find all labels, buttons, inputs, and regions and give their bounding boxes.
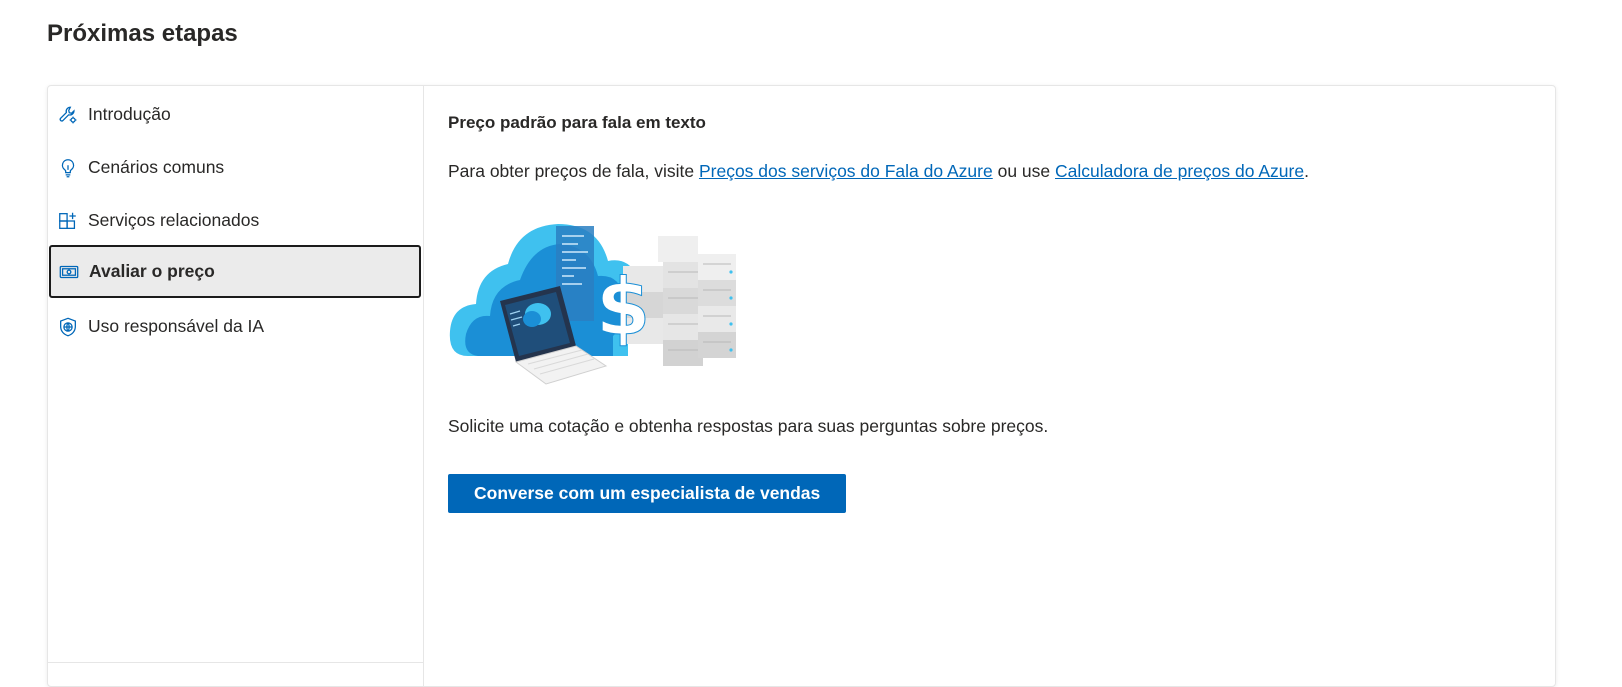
sidebar-item-uso-responsavel[interactable]: Uso responsável da IA [49,300,421,353]
pricing-panel: Preço padrão para fala em texto Para obt… [448,86,1555,686]
pricing-prefix: Para obter preços de fala, visite [448,161,699,181]
sidebar-item-label: Cenários comuns [88,157,225,177]
sidebar-item-label: Introdução [88,104,171,124]
wrench-gear-icon [56,103,80,127]
pricing-middle: ou use [992,161,1056,181]
sidebar-item-servicos[interactable]: Serviços relacionados [49,194,421,247]
svg-text:$: $ [596,263,650,353]
azure-pricing-calculator-link[interactable]: Calculadora de preços do Azure [1055,161,1304,181]
sidebar-item-cenarios[interactable]: Cenários comuns [49,141,421,194]
lightbulb-icon [56,156,80,180]
next-steps-card: Introdução Cenários comuns Serviços rela… [47,85,1556,687]
pricing-suffix: . [1304,161,1309,181]
sidebar: Introdução Cenários comuns Serviços rela… [48,86,424,686]
sidebar-item-label: Uso responsável da IA [88,316,265,336]
sidebar-item-label: Avaliar o preço [89,261,215,281]
pricing-paragraph: Para obter preços de fala, visite Preços… [448,161,1309,182]
shield-globe-icon [56,315,80,339]
sidebar-item-introducao[interactable]: Introdução [49,88,421,141]
sidebar-item-label: Serviços relacionados [88,210,260,230]
cloud-pricing-illustration: $ [449,224,736,385]
grid-add-icon [56,209,80,233]
page-title: Próximas etapas [47,20,238,47]
section-heading: Preço padrão para fala em texto [448,113,706,132]
sidebar-divider [48,662,423,663]
money-icon [57,260,81,284]
azure-speech-pricing-link[interactable]: Preços dos serviços do Fala do Azure [699,161,993,181]
contact-sales-button[interactable]: Converse com um especialista de vendas [448,474,847,513]
quote-paragraph: Solicite uma cotação e obtenha respostas… [448,416,1049,436]
sidebar-item-avaliar-preco[interactable]: Avaliar o preço [49,245,421,298]
